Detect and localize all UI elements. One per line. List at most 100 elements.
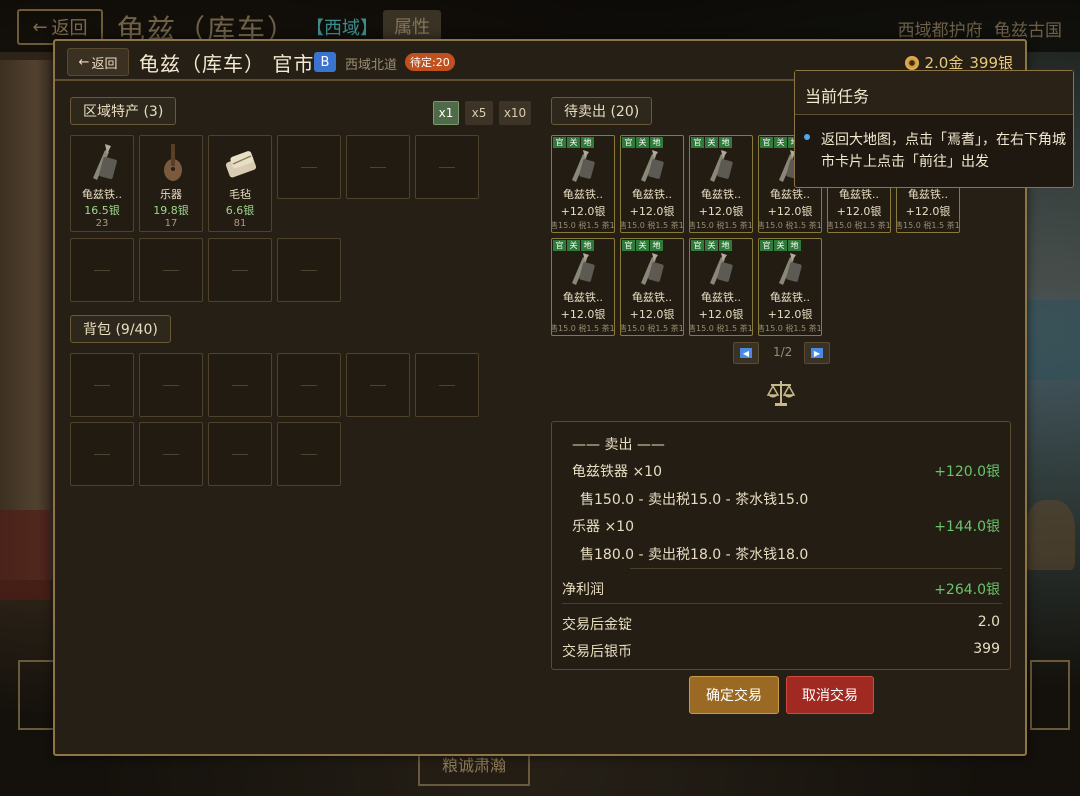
silver-after-value: 399 (973, 641, 1000, 657)
arrow-left-icon: ◀ (740, 348, 752, 358)
specialty-item[interactable]: 乐器 19.8银 17 (139, 135, 203, 232)
item-tax: 售15.0 税1.5 茶1.5 (827, 221, 891, 230)
item-tax: 售15.0 税1.5 茶1.5 (758, 221, 822, 230)
gold-after-value: 2.0 (977, 614, 1000, 630)
backpack-label: 背包 (9/40) (70, 315, 171, 343)
tag-badge: 官 (760, 137, 773, 148)
pending-sell-item[interactable]: 官关地 龟兹铁.. +12.0银 售15.0 税1.5 茶1.5 (689, 238, 753, 336)
confirm-trade-button[interactable]: 确定交易 (689, 676, 779, 714)
item-price: 6.6银 (225, 204, 255, 217)
page-indicator: 1/2 (773, 345, 793, 359)
item-price: +12.0银 (698, 308, 744, 321)
arrow-right-icon: ▶ (811, 348, 823, 358)
back-button[interactable]: ← 返回 (67, 48, 129, 76)
task-text: 返回大地图，点击「焉耆」，在右下角城市卡片上点击「前往」出发 (821, 132, 1066, 170)
item-price: 19.8银 (153, 204, 189, 217)
tag-badge: 地 (650, 240, 663, 251)
iron-tool-icon (710, 253, 733, 285)
multiplier-x10[interactable]: x10 (499, 101, 531, 125)
tag-badge: 官 (760, 240, 773, 251)
next-page-button[interactable]: ▶ (804, 342, 830, 364)
empty-slot (70, 238, 134, 302)
net-profit-value: +264.0银 (934, 582, 1000, 598)
backpack-slot[interactable] (208, 422, 272, 486)
item-tax: 售15.0 税1.5 茶1.5 (620, 221, 684, 230)
item-qty: 23 (95, 218, 109, 229)
summary-section-title: —— 卖出 —— (572, 437, 665, 453)
specialty-item[interactable]: 毛毡 6.6银 81 (208, 135, 272, 232)
bullet-icon (804, 134, 810, 140)
tag-badge: 关 (705, 137, 718, 148)
pending-badge: 待定:20 (405, 53, 455, 71)
background-attr-tab: 属性 (383, 10, 441, 42)
tag-badge: 官 (691, 137, 704, 148)
tag-badge: 官 (622, 137, 635, 148)
tag-badge: 地 (719, 240, 732, 251)
empty-slot (277, 135, 341, 199)
item-name: 龟兹铁.. (632, 291, 672, 304)
pending-sell-item[interactable]: 官关地 龟兹铁.. +12.0银 售15.0 税1.5 茶1.5 (620, 135, 684, 233)
item-price: +12.0银 (698, 205, 744, 218)
backpack-slot[interactable] (415, 353, 479, 417)
backpack-slot[interactable] (139, 422, 203, 486)
empty-slot (139, 238, 203, 302)
backpack-slot[interactable] (277, 353, 341, 417)
summary-line-label: 乐器 ×10 (572, 519, 634, 535)
scale-icon (766, 381, 796, 406)
item-price: +12.0银 (560, 205, 606, 218)
empty-slot (346, 135, 410, 199)
backpack-slot[interactable] (346, 353, 410, 417)
item-name: 龟兹铁.. (908, 188, 948, 201)
pending-sell-item[interactable]: 官关地 龟兹铁.. +12.0银 售15.0 税1.5 茶1.5 (620, 238, 684, 336)
gold-after-label: 交易后金锭 (562, 617, 632, 633)
multiplier-x1[interactable]: x1 (433, 101, 459, 125)
backpack-slot[interactable] (139, 353, 203, 417)
specialty-item[interactable]: 龟兹铁.. 16.5银 23 (70, 135, 134, 232)
item-tax: 售15.0 税1.5 茶1.5 (551, 221, 615, 230)
backpack-slot[interactable] (70, 353, 134, 417)
item-price: +12.0银 (905, 205, 951, 218)
pending-sell-item[interactable]: 官关地 龟兹铁.. +12.0银 售15.0 税1.5 茶1.5 (758, 238, 822, 336)
tag-badge: 官 (553, 240, 566, 251)
arrow-left-icon: ← (78, 54, 90, 70)
summary-line-value: +144.0银 (934, 519, 1000, 535)
item-name: 龟兹铁.. (632, 188, 672, 201)
iron-tool-icon (641, 150, 664, 182)
item-tax: 售15.0 税1.5 茶1.5 (689, 324, 753, 333)
summary-line-detail: 售180.0 - 卖出税18.0 - 茶水钱18.0 (580, 547, 809, 563)
pending-sell-item[interactable]: 官关地 龟兹铁.. +12.0银 售15.0 税1.5 茶1.5 (551, 238, 615, 336)
item-tax: 售15.0 税1.5 茶1.5 (758, 324, 822, 333)
tag-badge: 关 (567, 240, 580, 251)
cancel-trade-button[interactable]: 取消交易 (786, 676, 874, 714)
iron-tool-icon (93, 144, 117, 180)
item-price: +12.0银 (629, 308, 675, 321)
item-name: 龟兹铁.. (770, 188, 810, 201)
felt-icon (225, 151, 257, 178)
iron-tool-icon (779, 253, 802, 285)
multiplier-x5[interactable]: x5 (465, 101, 493, 125)
item-qty: 17 (164, 218, 178, 229)
prev-page-button[interactable]: ◀ (733, 342, 759, 364)
item-name: 乐器 (160, 188, 182, 201)
empty-slot (208, 238, 272, 302)
item-price: +12.0银 (560, 308, 606, 321)
pending-sell-item[interactable]: 官关地 龟兹铁.. +12.0银 售15.0 税1.5 茶1.5 (689, 135, 753, 233)
item-name: 龟兹铁.. (563, 188, 603, 201)
backpack-slot[interactable] (70, 422, 134, 486)
item-name: 龟兹铁.. (839, 188, 879, 201)
instrument-icon (164, 144, 182, 181)
pending-sell-label: 待卖出 (20) (551, 97, 653, 125)
background-region-tag: 【西域】 (306, 18, 378, 39)
empty-slot (415, 135, 479, 199)
item-price: +12.0银 (767, 205, 813, 218)
empty-slot (277, 238, 341, 302)
grade-badge: B (314, 52, 336, 72)
backpack-slot[interactable] (277, 422, 341, 486)
backpack-slot[interactable] (208, 353, 272, 417)
iron-tool-icon (710, 150, 733, 182)
summary-line-value: +120.0银 (934, 464, 1000, 480)
item-name: 龟兹铁.. (701, 188, 741, 201)
tag-badge: 关 (567, 137, 580, 148)
pending-sell-item[interactable]: 官关地 龟兹铁.. +12.0银 售15.0 税1.5 茶1.5 (551, 135, 615, 233)
task-title: 当前任务 (805, 87, 870, 106)
